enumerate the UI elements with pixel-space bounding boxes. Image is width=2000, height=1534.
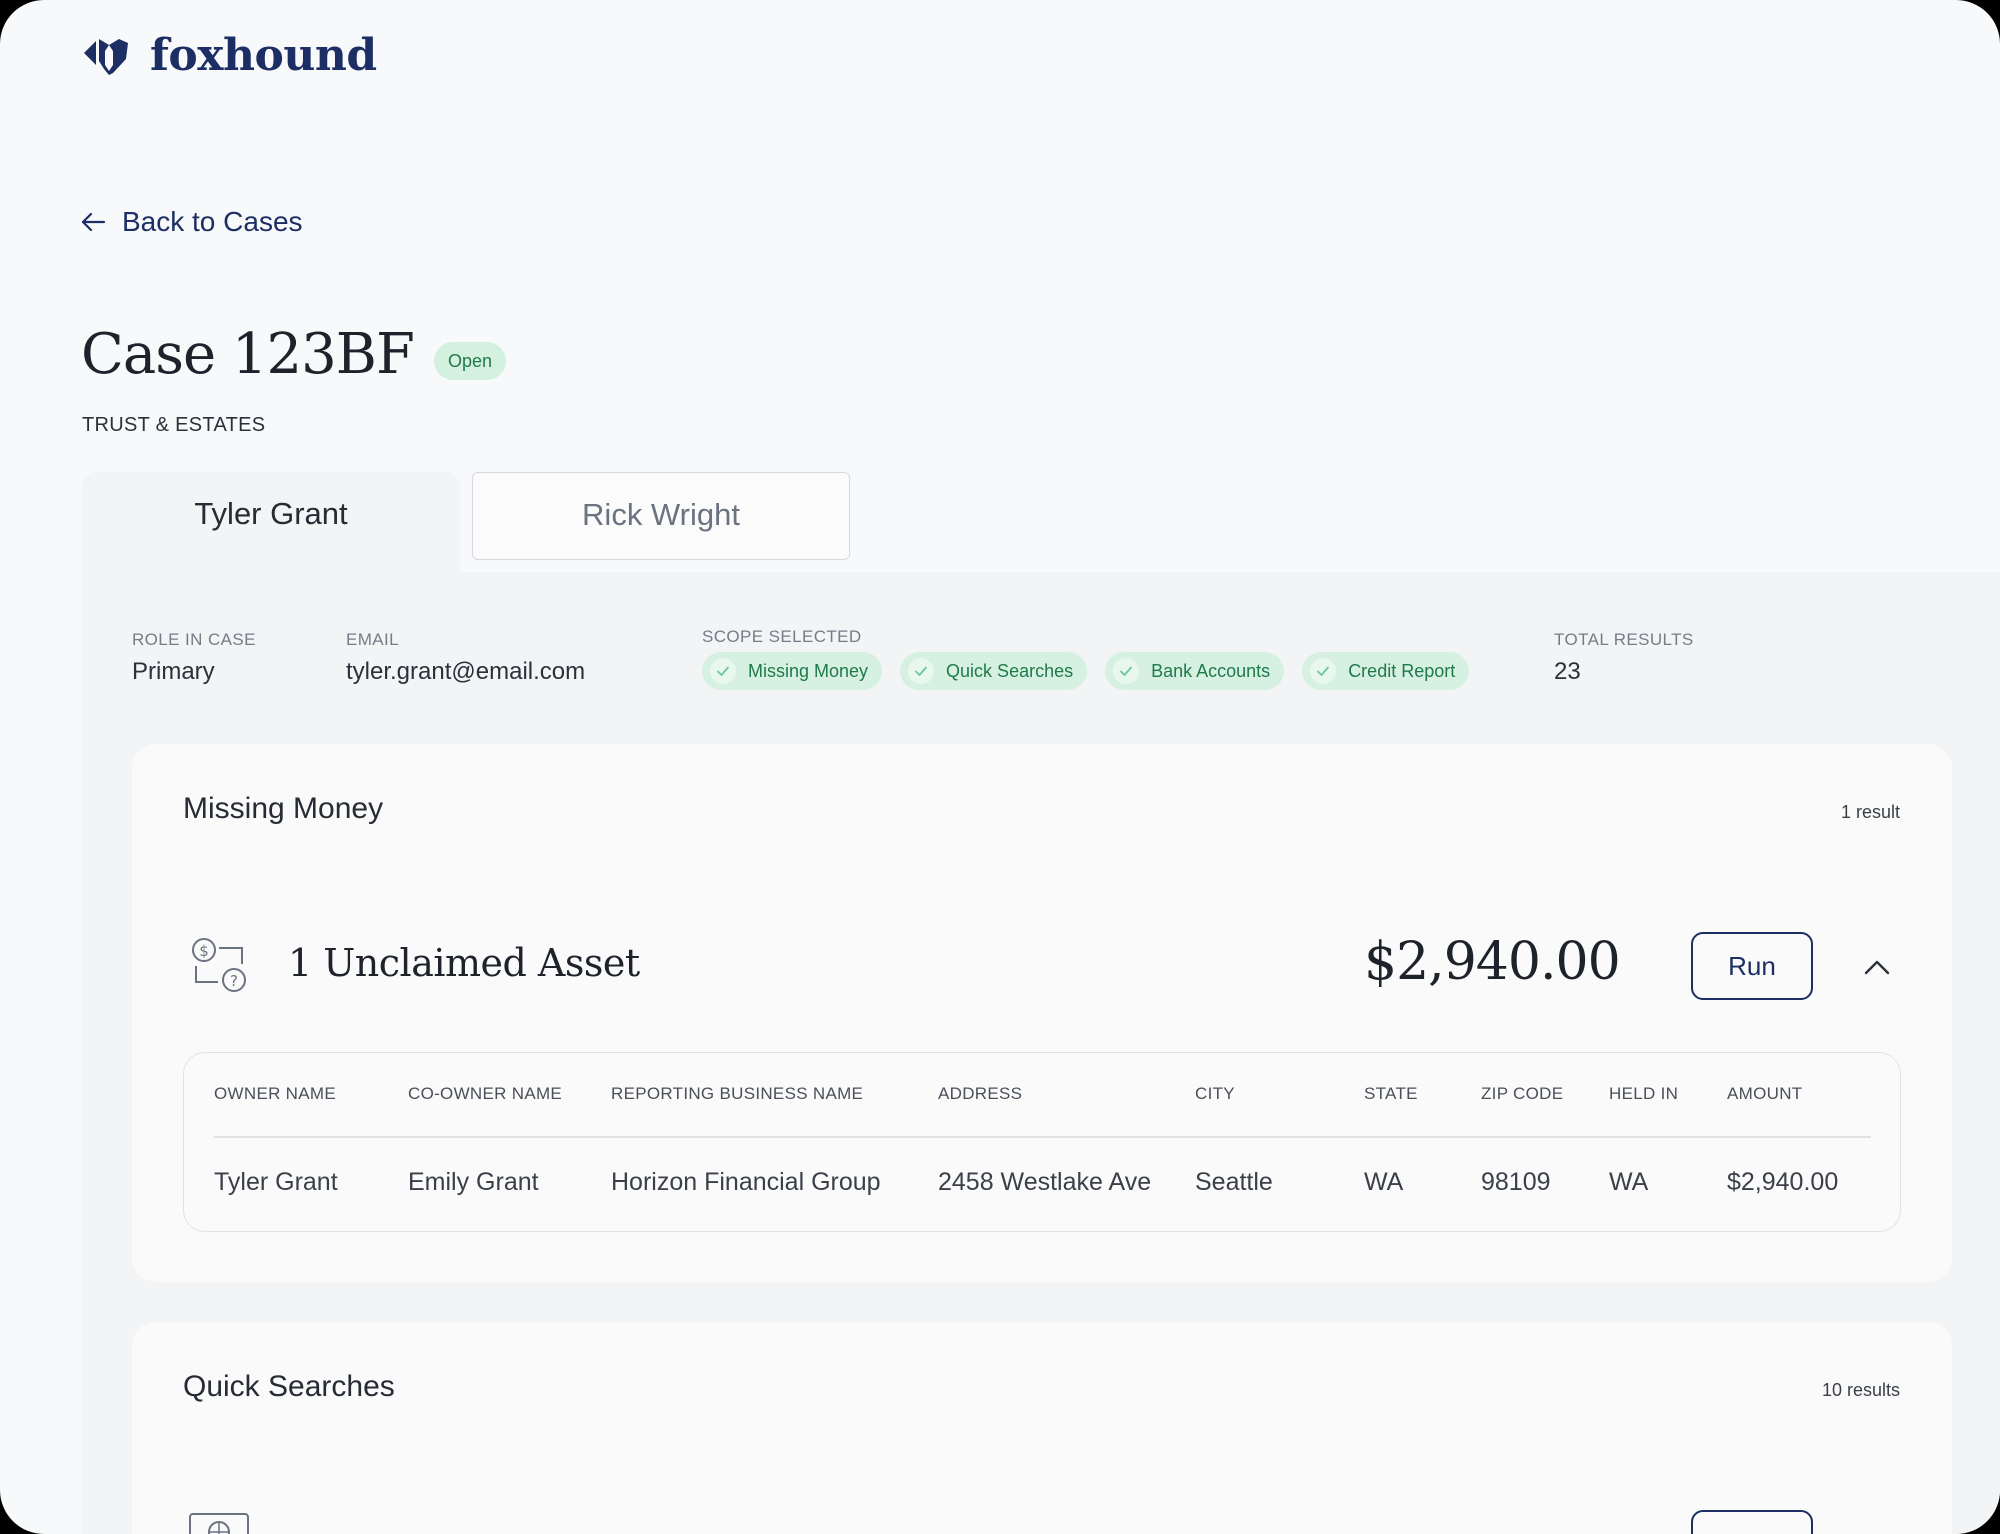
tab-rick-wright[interactable]: Rick Wright <box>472 472 850 560</box>
email-label: EMAIL <box>346 630 400 649</box>
back-to-cases-link[interactable]: Back to Cases <box>80 206 303 238</box>
retirement-account-icon <box>189 1513 249 1534</box>
svg-text:$: $ <box>199 942 209 960</box>
check-icon <box>908 658 935 684</box>
app-frame: foxhound Back to Cases Case 123BF Open T… <box>0 0 2000 1534</box>
section-title: Quick Searches <box>183 1370 395 1403</box>
run-button-partial[interactable] <box>1691 1510 1813 1534</box>
column-header: CO-OWNER NAME <box>408 1084 563 1103</box>
scope-chip-label: Missing Money <box>748 660 869 681</box>
table-cell-co-owner: Emily Grant <box>408 1168 539 1196</box>
table-cell-held-in: WA <box>1609 1168 1649 1196</box>
table-cell-state: WA <box>1364 1168 1404 1196</box>
role-value: Primary <box>132 658 215 685</box>
table-cell-business: Horizon Financial Group <box>611 1168 881 1196</box>
scope-chip-label: Quick Searches <box>946 660 1074 681</box>
scope-chip-quick-searches: Quick Searches <box>900 652 1088 690</box>
table-cell-amount: $2,940.00 <box>1727 1168 1839 1196</box>
column-header: REPORTING BUSINESS NAME <box>611 1084 864 1103</box>
foxhound-logo-icon <box>84 38 128 75</box>
svg-text:?: ? <box>230 972 238 990</box>
column-header: CITY <box>1195 1084 1235 1103</box>
role-label: ROLE IN CASE <box>132 630 256 649</box>
section-title: Missing Money <box>183 792 384 825</box>
scope-chips: Missing Money Quick Searches Bank Accoun… <box>702 652 1470 690</box>
arrow-left-icon <box>81 212 106 232</box>
column-header: HELD IN <box>1609 1084 1679 1103</box>
page-title: Case 123BF <box>81 322 415 387</box>
total-results-label: TOTAL RESULTS <box>1554 630 1694 649</box>
scope-chip-bank-accounts: Bank Accounts <box>1105 652 1285 690</box>
check-icon <box>1113 658 1140 684</box>
column-header: STATE <box>1364 1084 1418 1103</box>
scope-chip-label: Credit Report <box>1348 660 1456 681</box>
table-cell-zip: 98109 <box>1481 1168 1551 1196</box>
chevron-up-icon[interactable] <box>1862 957 1892 977</box>
column-header: ZIP CODE <box>1481 1084 1564 1103</box>
scope-chip-label: Bank Accounts <box>1151 660 1271 681</box>
results-table <box>183 1052 1901 1232</box>
table-cell-owner: Tyler Grant <box>214 1168 338 1196</box>
table-cell-address: 2458 Westlake Ave <box>938 1168 1152 1196</box>
brand-logo[interactable]: foxhound <box>82 30 377 81</box>
asset-title: 1 Unclaimed Asset <box>288 941 640 985</box>
run-button[interactable]: Run <box>1691 932 1813 1000</box>
table-divider <box>214 1136 1871 1138</box>
quick-searches-card: Quick Searches 10 results <box>132 1322 1952 1534</box>
tab-label: Tyler Grant <box>194 496 348 531</box>
back-link-label: Back to Cases <box>122 206 303 237</box>
email-value: tyler.grant@email.com <box>346 658 586 685</box>
column-header: ADDRESS <box>938 1084 1023 1103</box>
scope-chip-missing-money: Missing Money <box>702 652 883 690</box>
check-icon <box>1310 658 1337 684</box>
asset-amount: $2,940.00 <box>1364 932 1621 992</box>
case-type-label: TRUST & ESTATES <box>82 414 266 436</box>
tab-tyler-grant[interactable]: Tyler Grant <box>82 472 460 574</box>
table-cell-city: Seattle <box>1195 1168 1273 1196</box>
unclaimed-asset-icon: $ ? <box>192 938 246 992</box>
brand-name: foxhound <box>150 30 377 81</box>
scope-chip-credit-report: Credit Report <box>1302 652 1470 690</box>
check-icon <box>710 658 736 684</box>
status-badge: Open <box>434 342 507 380</box>
column-header: OWNER NAME <box>214 1084 336 1103</box>
total-results-value: 23 <box>1554 658 1581 685</box>
tab-label: Rick Wright <box>582 497 740 532</box>
section-result-count: 10 results <box>1821 1380 1900 1400</box>
column-header: AMOUNT <box>1727 1084 1803 1103</box>
scope-label: SCOPE SELECTED <box>702 627 862 646</box>
section-result-count: 1 result <box>1840 802 1900 822</box>
